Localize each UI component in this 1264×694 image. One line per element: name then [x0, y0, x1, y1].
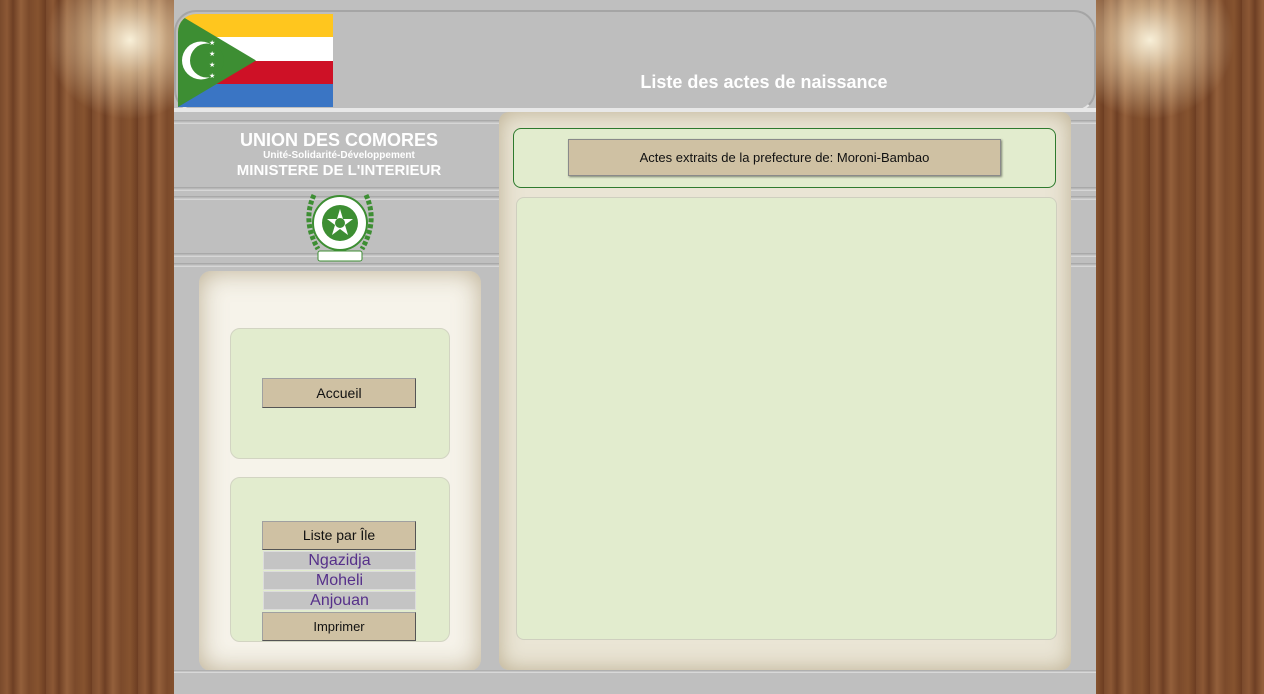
org-header: UNION DES COMORES Unité-Solidarité-Dével… [174, 130, 504, 179]
island-link-anjouan[interactable]: Anjouan [263, 591, 416, 610]
ministry-name: MINISTERE DE L'INTERIEUR [236, 162, 442, 179]
island-link-ngazidja[interactable]: Ngazidja [263, 551, 416, 570]
comoros-emblem-icon [296, 181, 384, 267]
org-motto: Unité-Solidarité-Développement [263, 150, 415, 161]
svg-text:★: ★ [209, 39, 215, 47]
prefecture-label: Actes extraits de la prefecture de: Moro… [568, 139, 1001, 176]
island-link-moheli[interactable]: Moheli [263, 571, 416, 590]
svg-text:★: ★ [209, 72, 215, 80]
svg-text:★: ★ [209, 50, 215, 58]
org-name: UNION DES COMORES [239, 130, 439, 150]
page-container: ★ ★ ★ ★ Liste des actes de naissance UNI… [174, 0, 1096, 694]
results-panel [516, 197, 1057, 640]
print-button[interactable]: Imprimer [262, 612, 416, 641]
home-button[interactable]: Accueil [262, 378, 416, 408]
page-title: Liste des actes de naissance [640, 72, 888, 92]
svg-text:★: ★ [209, 61, 215, 69]
footer-divider [174, 670, 1096, 673]
list-by-island-button[interactable]: Liste par Île [262, 521, 416, 550]
comoros-flag-icon: ★ ★ ★ ★ [178, 14, 333, 107]
